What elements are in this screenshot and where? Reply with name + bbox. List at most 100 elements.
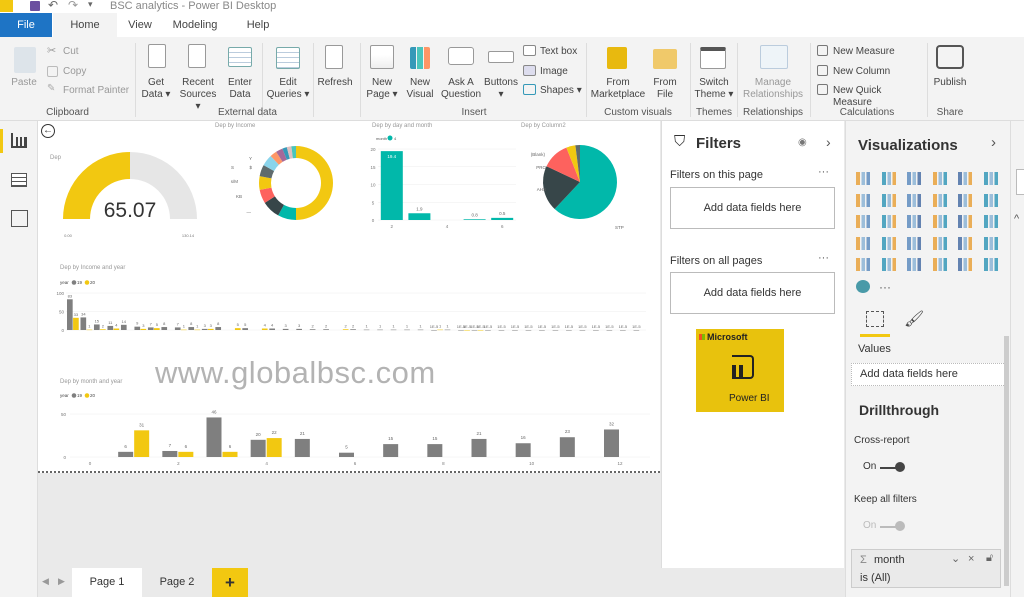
visual-type-icon[interactable] (881, 236, 896, 250)
new-visual-icon (410, 47, 430, 69)
values-dropzone[interactable]: Add data fields here (851, 363, 1006, 386)
new-page-button[interactable]: New Page ▾ (364, 77, 400, 101)
visual-type-icon[interactable] (881, 193, 896, 207)
drillthrough-filter-card[interactable]: Σ month ⌄ × 🔓︎ is (All) (851, 549, 1001, 588)
new-column-button[interactable]: New Column (833, 66, 913, 78)
collapse-viz-chevron-icon[interactable]: › (991, 134, 996, 151)
copy-button[interactable]: Copy (63, 66, 86, 78)
switch-theme-button[interactable]: Switch Theme ▾ (694, 77, 734, 101)
from-marketplace-button[interactable]: From Marketplace (590, 77, 646, 101)
visual-type-icon[interactable] (856, 172, 870, 185)
tab-view[interactable]: View (120, 13, 160, 37)
visual-type-icon[interactable] (881, 215, 896, 228)
lock-icon[interactable]: 🔓︎ (986, 552, 993, 565)
visual-type-icon[interactable] (983, 258, 998, 271)
income-bar (579, 330, 586, 331)
visual-type-icon[interactable] (907, 172, 921, 185)
bar-label: 9 (136, 321, 139, 326)
visual-type-icon[interactable] (958, 193, 972, 207)
shapes-button[interactable]: Shapes ▾ (540, 85, 585, 97)
remove-filter-icon[interactable]: × (968, 553, 974, 565)
from-file-button[interactable]: From File (648, 77, 682, 101)
cut-button[interactable]: Cut (63, 46, 79, 58)
visual-type-icon[interactable] (932, 193, 947, 207)
add-page-button[interactable]: + (212, 568, 248, 597)
expand-chevron-icon[interactable]: ⌄ (951, 552, 960, 565)
app-logo-icon (0, 0, 13, 12)
manage-relationships-button[interactable]: Manage Relationships (740, 77, 806, 101)
publish-button[interactable]: Publish (930, 77, 970, 89)
collapse-up-icon[interactable]: ^ (1014, 213, 1019, 225)
visual-type-icon[interactable] (958, 236, 972, 250)
filters-on-page-more[interactable]: ··· (818, 166, 829, 178)
enter-data-button[interactable]: Enter Data (222, 77, 258, 101)
visual-type-icon[interactable] (881, 172, 896, 185)
tab-file[interactable]: File (0, 13, 52, 37)
visual-type-icon[interactable] (958, 215, 972, 228)
menu-tabs: File Home View Modeling Help (0, 13, 1024, 37)
viz-scrollbar[interactable] (1004, 336, 1009, 586)
collapse-filters-chevron-icon[interactable]: › (826, 134, 831, 150)
visual-type-icon[interactable] (932, 215, 947, 228)
paste-button[interactable]: Paste (8, 77, 40, 89)
new-quick-measure-button[interactable]: New Quick Measure (833, 85, 923, 109)
ask-question-button[interactable]: Ask A Question (440, 77, 482, 101)
tab-home[interactable]: Home (53, 13, 117, 37)
visual-type-icon[interactable] (983, 236, 998, 250)
new-visual-button[interactable]: New Visual (402, 77, 438, 101)
visibility-eye-icon[interactable]: ◉ (798, 137, 807, 148)
report-view-icon[interactable] (0, 129, 3, 153)
visual-type-icon[interactable] (932, 236, 947, 250)
visual-type-icon[interactable] (983, 215, 998, 228)
model-view-icon[interactable] (11, 210, 28, 227)
visual-type-icon[interactable] (856, 279, 870, 293)
income-bar (140, 328, 147, 330)
more-visuals-button[interactable]: ··· (879, 280, 891, 294)
visual-type-icon[interactable] (856, 215, 870, 228)
undo-icon[interactable]: ↶ (48, 0, 58, 12)
visual-type-icon[interactable] (983, 193, 998, 207)
save-icon[interactable] (30, 1, 40, 11)
visual-type-icon[interactable] (881, 258, 896, 271)
filters-on-page-dropzone[interactable]: Add data fields here (670, 187, 835, 229)
edit-queries-button[interactable]: Edit Queries ▾ (266, 77, 310, 101)
search-box[interactable] (1016, 169, 1024, 195)
tab-help[interactable]: Help (240, 13, 276, 37)
image-button[interactable]: Image (540, 66, 568, 78)
data-view-icon[interactable] (11, 173, 27, 187)
visual-type-icon[interactable] (932, 258, 947, 271)
visual-type-icon[interactable] (907, 193, 921, 207)
visual-type-icon[interactable] (907, 236, 921, 250)
visual-type-icon[interactable] (958, 172, 972, 185)
visual-type-icon[interactable] (958, 258, 972, 271)
visual-type-icon[interactable] (856, 236, 870, 250)
cross-report-toggle[interactable]: On (863, 461, 913, 475)
bar-label: 1E-5 (619, 324, 628, 329)
new-measure-button[interactable]: New Measure (833, 46, 913, 58)
redo-icon[interactable]: ↷ (68, 0, 78, 12)
buttons-button[interactable]: Buttons ▾ (484, 77, 518, 101)
page-tab-2[interactable]: Page 2 (142, 568, 212, 597)
visual-type-icon[interactable] (907, 258, 921, 271)
format-painter-button[interactable]: Format Painter (63, 85, 133, 97)
visual-type-icon[interactable] (932, 172, 947, 185)
customize-toolbar-icon[interactable]: ▾ (88, 0, 93, 10)
report-view-icon[interactable] (11, 133, 27, 148)
tab-modeling[interactable]: Modeling (170, 13, 220, 37)
visual-type-icon[interactable] (983, 172, 998, 185)
divider (690, 43, 691, 117)
visual-type-icon[interactable] (856, 193, 870, 207)
page-tab-1[interactable]: Page 1 (72, 568, 142, 597)
scroll-right-icon[interactable]: ▶ (58, 576, 65, 587)
visual-type-icon[interactable] (856, 258, 870, 271)
visual-type-icon[interactable] (907, 215, 921, 228)
format-roller-icon[interactable]: 🖌 (904, 309, 924, 329)
refresh-button[interactable]: Refresh (316, 77, 354, 89)
get-data-button[interactable]: Get Data ▾ (140, 77, 172, 101)
scroll-left-icon[interactable]: ◀ (42, 576, 49, 587)
filters-all-pages-dropzone[interactable]: Add data fields here (670, 272, 835, 314)
income-bar (174, 327, 181, 330)
filters-all-pages-more[interactable]: ··· (818, 252, 829, 264)
text-box-button[interactable]: Text box (540, 46, 577, 58)
fields-tab-icon[interactable] (866, 311, 884, 327)
